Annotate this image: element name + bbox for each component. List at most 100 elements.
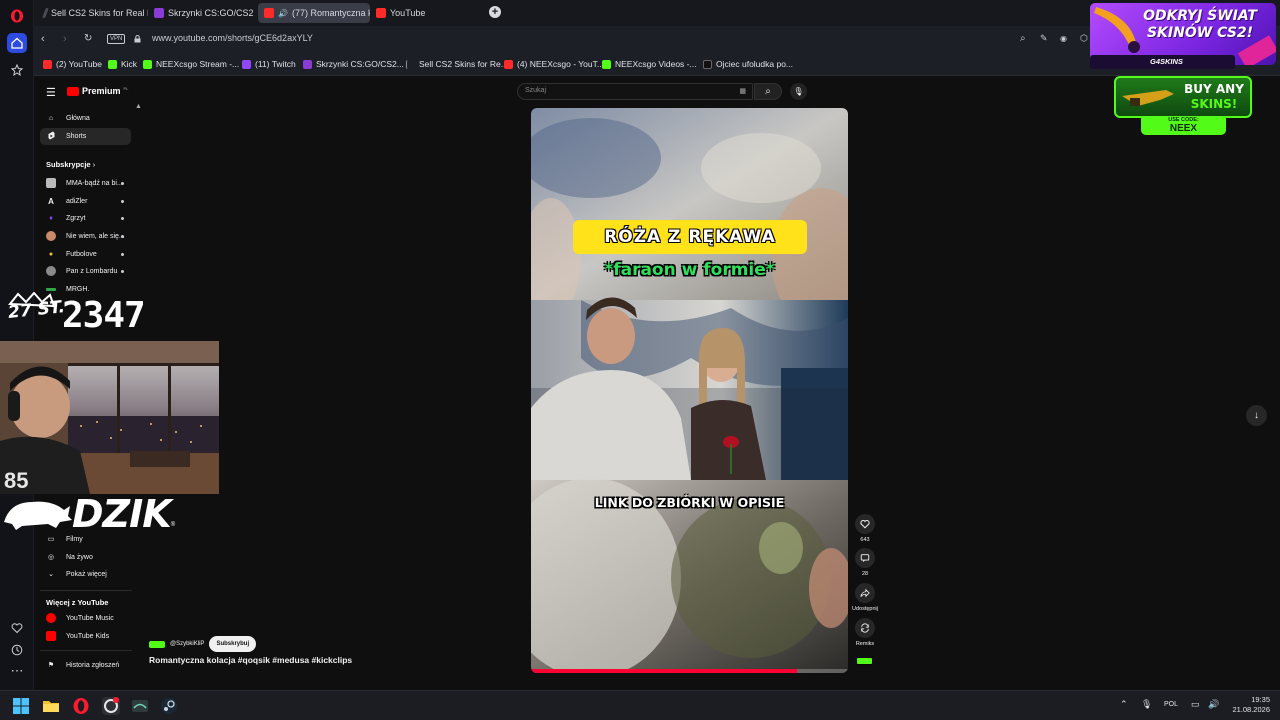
clock[interactable]: 19:35 21.08.2026 [1228,695,1270,715]
caption-link-note: LINK DO ZBIÓRKI W OPISIE [594,495,785,510]
bookmark-item[interactable]: Ojciec ufoludka po... [703,59,793,69]
heart-icon[interactable] [7,618,27,638]
bookmark-item[interactable]: NEEXcsgo Videos -... [602,59,697,69]
sidebar-item-shorts[interactable]: Shorts [46,129,86,143]
subscriptions-heading[interactable]: Subskrypcje › [46,160,95,169]
youtube-logo[interactable]: Premium PL [67,86,128,96]
new-content-dot [121,270,124,273]
star-icon[interactable] [7,60,27,80]
bookmark-item[interactable]: (4) NEEXcsgo - YouT... [504,59,604,69]
search-button[interactable]: ⌕ [754,83,782,100]
url-field[interactable]: www.youtube.com/shorts/gCE6d2axYLY [152,33,313,43]
new-content-dot [121,235,124,238]
file-explorer-icon[interactable] [42,697,60,715]
history-icon[interactable] [7,640,27,660]
sidebar-item-show-more[interactable]: ⌄ Pokaż więcej [46,567,107,581]
sidebar-item-subscription[interactable]: Nie wiem, ale się... [46,229,125,243]
obs-taskbar-icon[interactable] [131,697,149,715]
bookmark-label: Sell CS2 Skins for Re... [419,59,508,69]
back-button[interactable]: ‹ [41,33,45,45]
like-action[interactable]: 643 [853,514,877,543]
promo-code-box: USE CODE: NEEX [1141,117,1226,135]
opera-gx-taskbar-icon[interactable] [102,697,120,715]
extensions-icon[interactable]: ⬡ [1080,33,1088,44]
camera-icon[interactable]: ◉ [1060,34,1067,43]
channel-name[interactable]: @SzybkiKliP [170,641,204,647]
steam-taskbar-icon[interactable] [160,697,178,715]
sidebar-label: YouTube Kids [66,632,110,640]
vpn-badge[interactable]: VPN [107,34,126,44]
progress-track[interactable] [531,669,848,673]
remix-action[interactable]: Remiks [853,618,877,647]
forward-button[interactable]: › [63,33,67,45]
language-indicator[interactable]: POL [1164,701,1178,708]
opera-taskbar-icon[interactable] [72,697,90,715]
tray-chevron-icon[interactable]: ⌃ [1120,699,1128,710]
tab-title: YouTube [390,8,426,18]
more-options-icon[interactable]: ⋯ [7,661,27,681]
clock-time: 19:35 [1251,695,1270,704]
tab-sell-cs2[interactable]: Sell CS2 Skins for Real Mo [38,3,148,23]
home-icon: ⌂ [48,114,54,122]
sidebar-divider [40,590,132,591]
heart-icon[interactable] [855,514,875,534]
windows-start-icon[interactable] [12,697,30,715]
edit-icon[interactable]: ✎ [1040,33,1048,44]
sidebar-item-subscription[interactable]: ● Futbolove [46,247,97,261]
sidebar-item-subscription[interactable]: ♦ Zgrzyt [46,211,85,225]
subscribe-button[interactable]: Subskrybuj [209,636,257,652]
tab-skrzynki[interactable]: Skrzynki CS:GO/CS2 | G4S [148,3,256,23]
remix-label: Remiks [855,641,875,647]
sidebar-label: Na żywo [66,553,93,561]
next-short-button[interactable]: ↓ [1246,405,1267,426]
scroll-up-icon[interactable]: ▲ [135,103,142,110]
volume-icon[interactable]: 🔊 [1208,699,1219,710]
bookmark-item[interactable]: Kick [108,59,137,69]
sidebar-label: Futbolove [66,250,97,258]
channel-avatar[interactable] [149,640,165,648]
remix-icon[interactable] [855,618,875,638]
bookmark-item[interactable]: NEEXcsgo Stream -... [143,59,239,69]
sidebar-item-home[interactable]: ⌂ Główna [46,111,90,125]
menu-icon[interactable]: ☰ [46,86,56,99]
search-icon[interactable]: ⌕ [1020,33,1026,44]
keyboard-icon[interactable]: ▦ [739,87,746,95]
sidebar-item-live[interactable]: ◎ Na żywo [46,550,93,564]
new-tab-button[interactable]: + [489,6,501,18]
neex-ad-banner[interactable]: BUY ANY SKINS! [1114,76,1252,118]
sidebar-item-youtube-kids[interactable]: YouTube Kids [46,629,109,643]
sidebar-item-subscription[interactable]: MMA-bądź na bi... [46,176,123,190]
flag-icon: ⚑ [47,662,55,669]
sidebar-label: MRGH. [66,285,90,293]
sidebar-item-subscription[interactable]: Pan z Lombardu [46,264,117,278]
comment-icon[interactable] [855,548,875,568]
sidebar-item-youtube-music[interactable]: YouTube Music [46,611,114,625]
promo-code: NEEX [1169,123,1198,134]
sidebar-item-report-history[interactable]: ⚑ Historia zgłoszeń [46,658,119,672]
bookmark-item[interactable]: Sell CS2 Skins for Re... [406,59,508,69]
share-action[interactable]: Udostępnij [849,583,881,612]
like-count: 643 [860,537,870,543]
reload-button[interactable]: ↻ [84,33,92,44]
microphone-tray-icon[interactable]: 🎙 [1141,699,1152,710]
lock-icon [134,34,141,43]
sound-thumbnail[interactable] [856,657,873,665]
ad-buy-headline: BUY ANY [1184,82,1244,96]
comment-action[interactable]: 28 [853,548,877,577]
short-title[interactable]: Romantyczna kolacja #qoqsik #medusa #kic… [149,655,352,665]
bookmark-item[interactable]: (11) Twitch [242,59,296,69]
microphone-icon[interactable]: 🎙 [790,83,807,100]
tab-youtube[interactable]: YouTube [370,3,470,23]
opera-logo-icon[interactable] [7,6,27,26]
bookmark-item[interactable]: Skrzynki CS:GO/CS2... [303,59,404,69]
share-icon[interactable] [855,583,875,603]
speaker-icon[interactable]: 🔊 [278,9,288,18]
bookmark-item[interactable]: (2) YouTube [43,59,102,69]
sidebar-item-subscription[interactable]: AadiZler [46,194,87,208]
tab-title: Skrzynki CS:GO/CS2 | G4S [168,8,256,18]
network-icon[interactable]: ▭ [1191,699,1200,710]
home-icon[interactable] [7,33,27,53]
tab-romantyczna-kolacja[interactable]: 🔊 (77) Romantyczna kola [258,3,370,23]
search-input[interactable]: Szukaj ▦ [517,83,753,100]
short-video-player[interactable]: RÓŻA Z RĘKAWA *faraon w formie* LINK DO … [531,108,848,673]
